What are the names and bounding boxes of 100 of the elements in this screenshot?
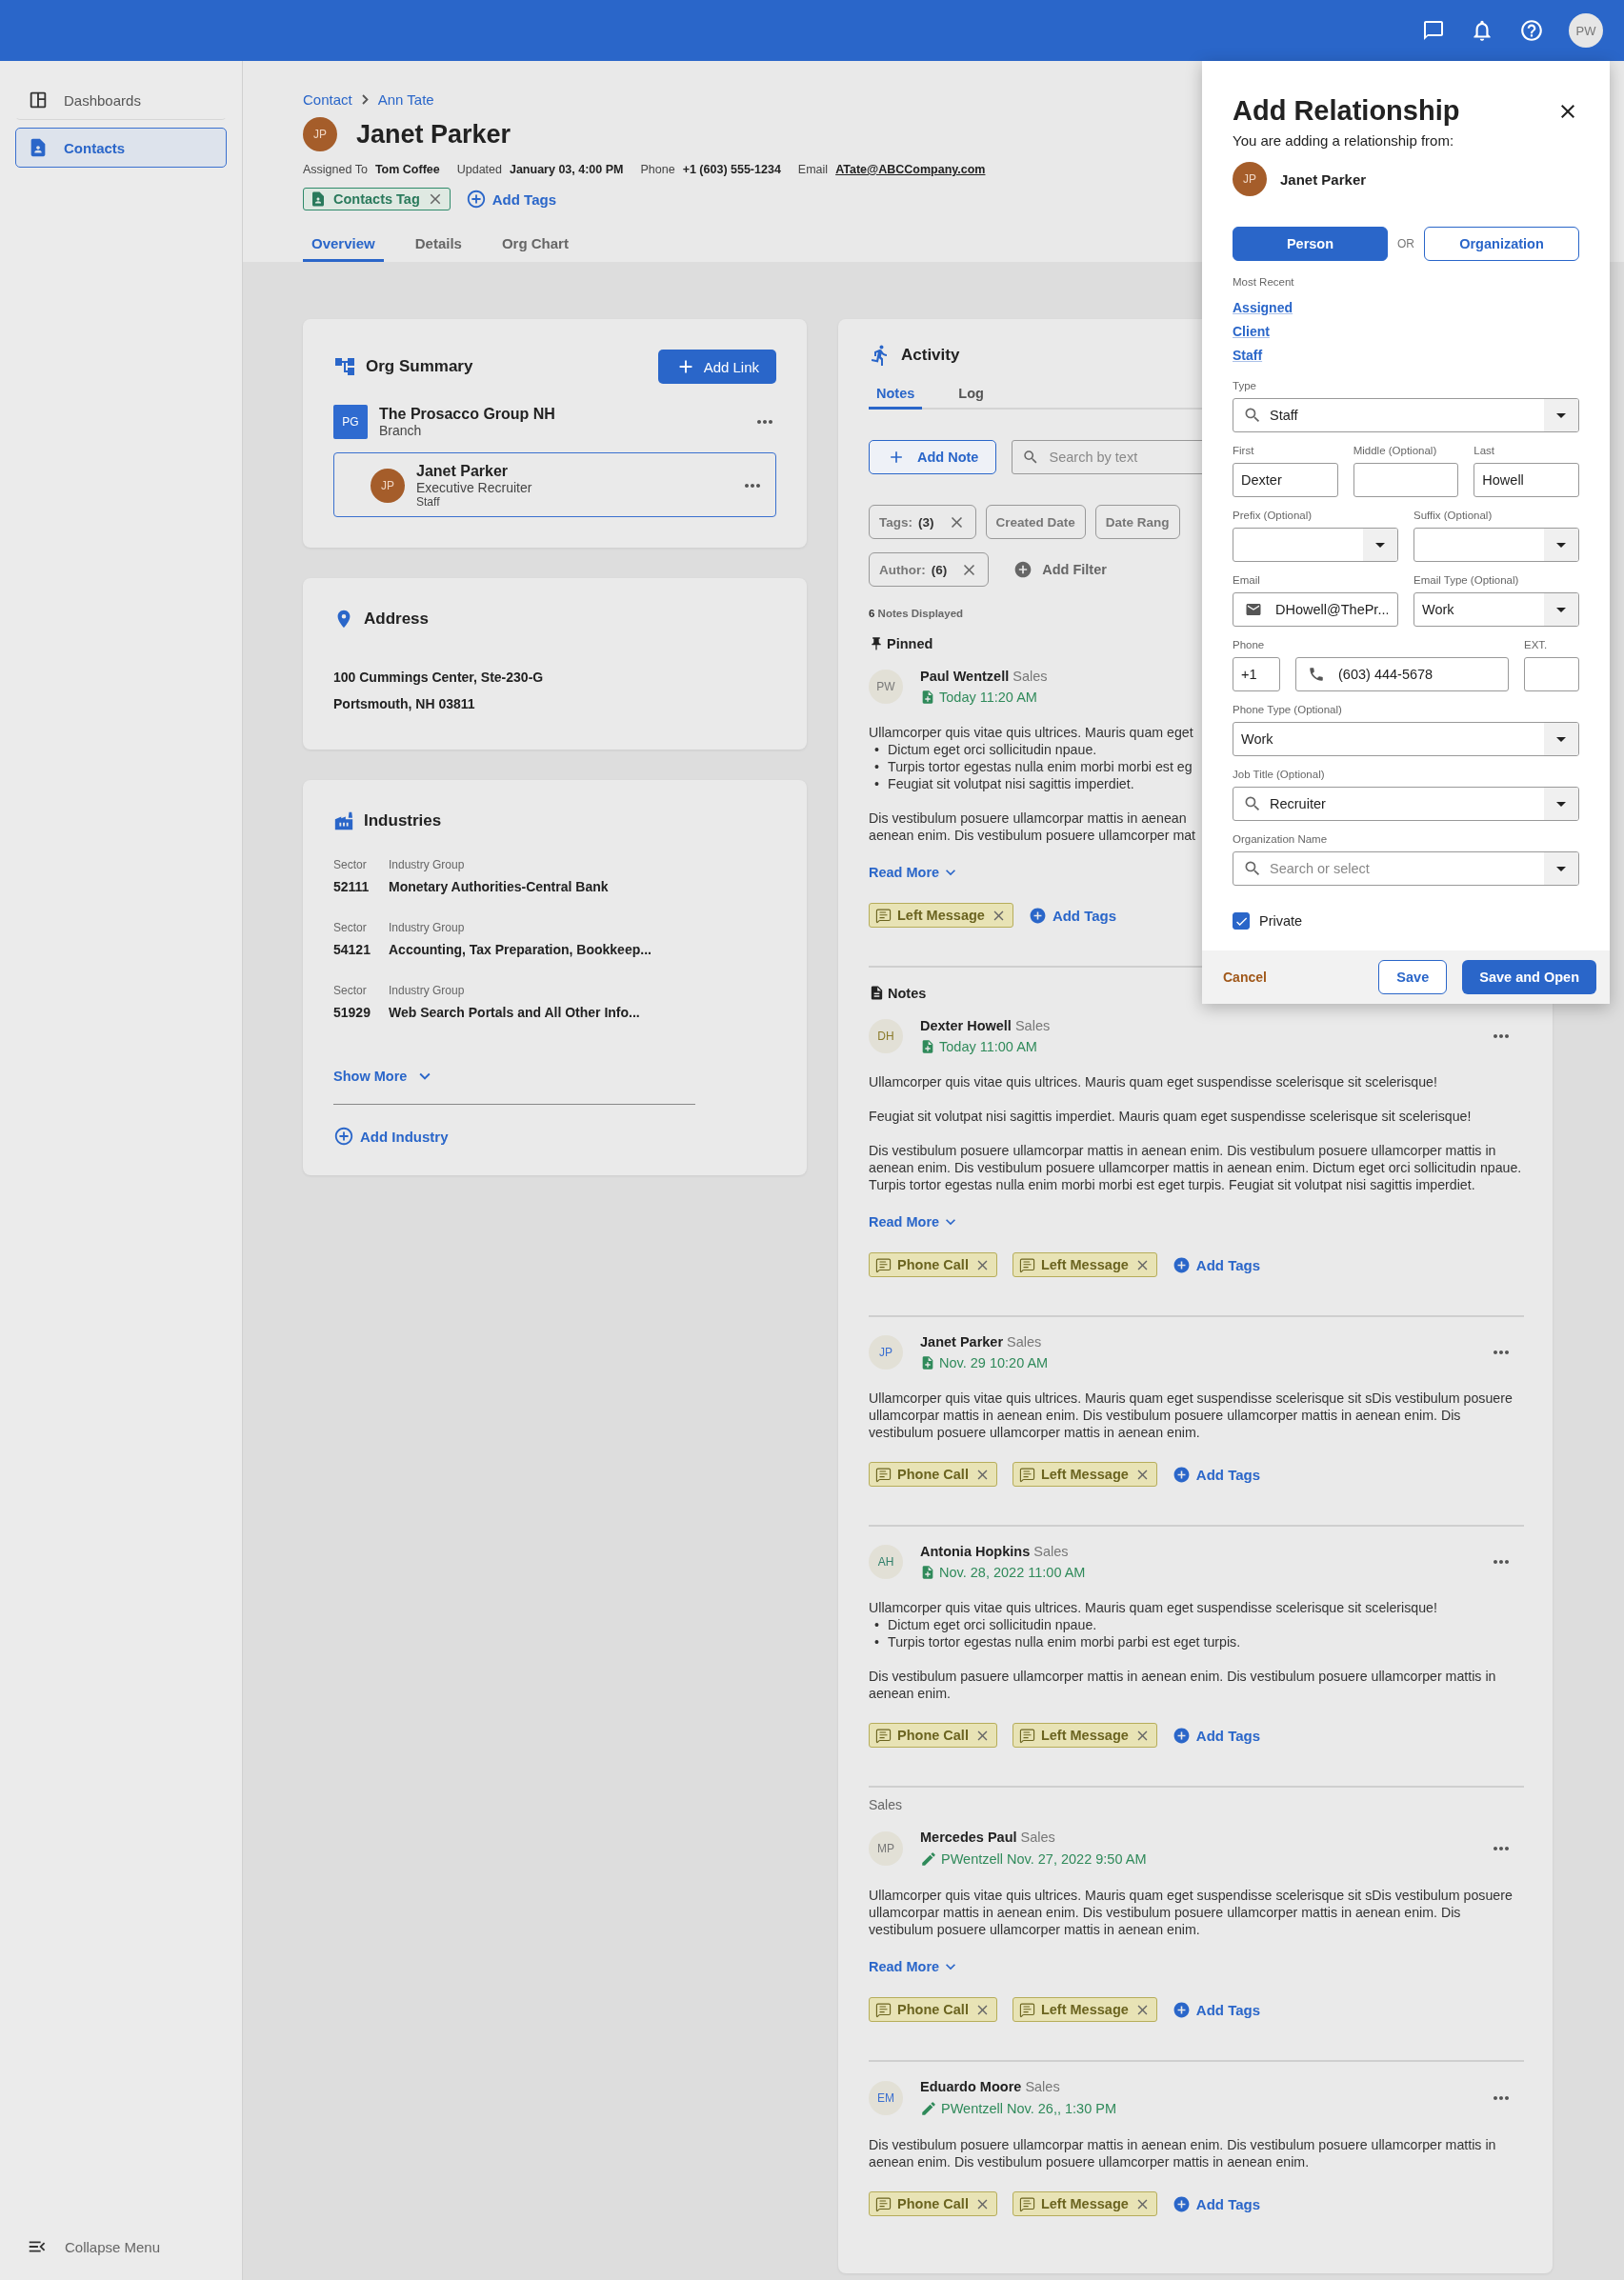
recent-link[interactable]: Staff <box>1233 348 1263 363</box>
industry-group: Web Search Portals and All Other Info... <box>389 1005 776 1020</box>
note-bullet: Feugiat sit volutpat nisi sagittis imperdiet. <box>888 775 1134 792</box>
sector-code: 52111 <box>333 879 371 894</box>
dropdown-caret-icon[interactable] <box>1556 412 1566 418</box>
filter-chip[interactable]: Tags: (3) <box>869 505 976 539</box>
field-value[interactable]: Dexter <box>1233 472 1337 488</box>
input-field[interactable]: DHowell@ThePr... <box>1233 592 1398 627</box>
add-link-button[interactable]: Add Link <box>657 350 776 384</box>
user-avatar[interactable]: PW <box>1569 13 1603 48</box>
dropdown-caret-icon[interactable] <box>1556 607 1566 612</box>
note-bullet: Dictum eget orci sollicitudin npaue. <box>888 1616 1097 1633</box>
field-value[interactable]: (603) 444-5678 <box>1325 667 1508 682</box>
read-more-link[interactable]: Read More <box>869 1212 961 1231</box>
filter-chip[interactable]: Date Rang <box>1094 505 1180 539</box>
field-label: Organization Name <box>1233 833 1329 847</box>
document-add-icon <box>920 1565 935 1580</box>
message-icon <box>1018 1256 1035 1273</box>
dropdown-field[interactable]: Work <box>1233 722 1579 756</box>
org-badge: PG <box>333 405 368 439</box>
cancel-button[interactable]: Cancel <box>1217 969 1273 986</box>
breadcrumb-link[interactable]: Ann Tate <box>377 91 434 108</box>
save-and-open-button[interactable]: Save and Open <box>1462 960 1596 994</box>
add-tags-button[interactable]: Add Tags <box>1172 2194 1261 2213</box>
author-avatar: EM <box>869 2081 903 2115</box>
filter-chip[interactable]: Created Date <box>985 505 1086 539</box>
dropdown-field[interactable] <box>1413 528 1579 562</box>
dropdown-caret-icon[interactable] <box>1375 542 1385 548</box>
dropdown-caret-icon[interactable] <box>1556 866 1566 871</box>
message-icon <box>875 2195 892 2212</box>
tab[interactable]: Overview <box>303 228 384 262</box>
org-type: Branch <box>379 423 422 438</box>
private-checkbox[interactable] <box>1233 912 1250 930</box>
dropdown-field[interactable]: Work <box>1413 592 1579 627</box>
message-icon <box>875 907 892 924</box>
field-value[interactable]: Staff <box>1262 408 1544 423</box>
note-bullet: Turpis tortor egestas nulla enim morbi parbi est eget turpis. <box>888 1633 1241 1650</box>
type-toggle[interactable]: Organization <box>1424 227 1579 261</box>
chat-icon[interactable] <box>1422 19 1445 42</box>
field-value[interactable]: Recruiter <box>1262 796 1544 811</box>
field-value[interactable]: Howell <box>1474 472 1578 488</box>
type-toggle[interactable]: Person <box>1233 227 1388 261</box>
dropdown-caret-icon[interactable] <box>1556 801 1566 807</box>
add-industry-button[interactable]: Add Industry <box>333 1126 449 1147</box>
dropdown-field[interactable]: Recruiter <box>1233 787 1579 821</box>
note-text: Dis vestibulum posuere ullamcorpar mattis in aenean <box>869 810 1187 827</box>
dropdown-field[interactable] <box>1233 528 1398 562</box>
email-link[interactable]: ATate@ABCCompany.com <box>835 163 986 176</box>
pencil-icon <box>920 2100 937 2117</box>
dropdown-caret-icon[interactable] <box>1556 736 1566 742</box>
search-icon <box>1243 406 1262 425</box>
input-field[interactable]: (603) 444-5678 <box>1295 657 1509 691</box>
field-value[interactable]: Work <box>1414 602 1544 617</box>
dropdown-caret-icon[interactable] <box>1556 542 1566 548</box>
recent-link[interactable]: Client <box>1233 324 1270 339</box>
tag-label: Phone Call <box>897 1467 969 1482</box>
dropdown-field[interactable]: Search or select <box>1233 851 1579 886</box>
industry-group: Accounting, Tax Preparation, Bookkeep... <box>389 942 776 957</box>
address-line: Portsmouth, NH 03811 <box>333 696 476 711</box>
collapse-menu-button[interactable]: Collapse Menu <box>15 2236 227 2257</box>
breadcrumb-link[interactable]: Contact <box>303 91 352 108</box>
note-timestamp: Today 11:00 AM <box>939 1039 1037 1054</box>
message-icon <box>875 1727 892 1744</box>
filter-chip[interactable]: Author: (6) <box>869 552 990 587</box>
add-tags-button[interactable]: Add Tags <box>1172 2000 1261 2019</box>
add-tags-button[interactable]: Add Tags <box>465 189 556 210</box>
tab[interactable]: Log <box>951 380 992 410</box>
read-more-link[interactable]: Read More <box>869 1957 961 1976</box>
tab[interactable]: Details <box>406 228 471 262</box>
input-field[interactable]: Dexter <box>1233 463 1338 497</box>
sidebar-item[interactable]: Dashboards <box>15 80 227 120</box>
add-tags-button[interactable]: Add Tags <box>1172 1465 1261 1484</box>
read-more-link[interactable]: Read More <box>869 863 961 882</box>
panel-title: Add Relationship <box>1233 95 1460 127</box>
card-title: Industries <box>364 811 442 830</box>
add-tags-button[interactable]: Add Tags <box>1172 1255 1261 1274</box>
note-text: Ullamcorper quis vitae quis ultrices. Mauris quam eget suspendisse scelerisque sit scelerisque! <box>869 1599 1438 1616</box>
dropdown-field[interactable]: Staff <box>1233 398 1579 432</box>
add-tags-button[interactable]: Add Tags <box>1172 1726 1261 1745</box>
field-value[interactable]: DHowell@ThePr... <box>1262 602 1397 617</box>
field-value[interactable]: Work <box>1233 731 1544 747</box>
show-more-link[interactable]: Show More <box>333 1066 436 1087</box>
input-field[interactable]: +1 <box>1233 657 1280 691</box>
add-note-button[interactable]: Add Note <box>869 440 997 474</box>
tab[interactable]: Notes <box>869 380 923 410</box>
save-button[interactable]: Save <box>1378 960 1448 994</box>
field-value[interactable]: Search or select <box>1262 861 1544 876</box>
field-label: Sector <box>333 921 368 934</box>
input-field[interactable] <box>1524 657 1579 691</box>
tab[interactable]: Org Chart <box>492 228 577 262</box>
input-field[interactable]: Howell <box>1474 463 1579 497</box>
add-filter-button[interactable]: Add Filter <box>998 552 1122 587</box>
recent-link[interactable]: Assigned <box>1233 300 1293 315</box>
help-icon[interactable] <box>1519 18 1544 43</box>
field-value[interactable]: +1 <box>1233 667 1279 682</box>
input-field[interactable] <box>1353 463 1459 497</box>
add-tags-button[interactable]: Add Tags <box>1028 906 1117 925</box>
person-card[interactable]: JP Janet Parker Executive Recruiter Staff <box>333 452 776 517</box>
note-text: Ullamcorper quis vitae quis ultrices. Mauris quam eget suspendisse scelerisque sit sDis vestibulum posuere ullamcorpar mattis in aenean enim. Dis vestibulum posuere ullamcorper mattis in aenean enim. Dis vestibulum posuere ullamcorper mattis in aenean enim. <box>869 1887 1514 1938</box>
sidebar-item[interactable]: Contacts <box>15 128 227 168</box>
